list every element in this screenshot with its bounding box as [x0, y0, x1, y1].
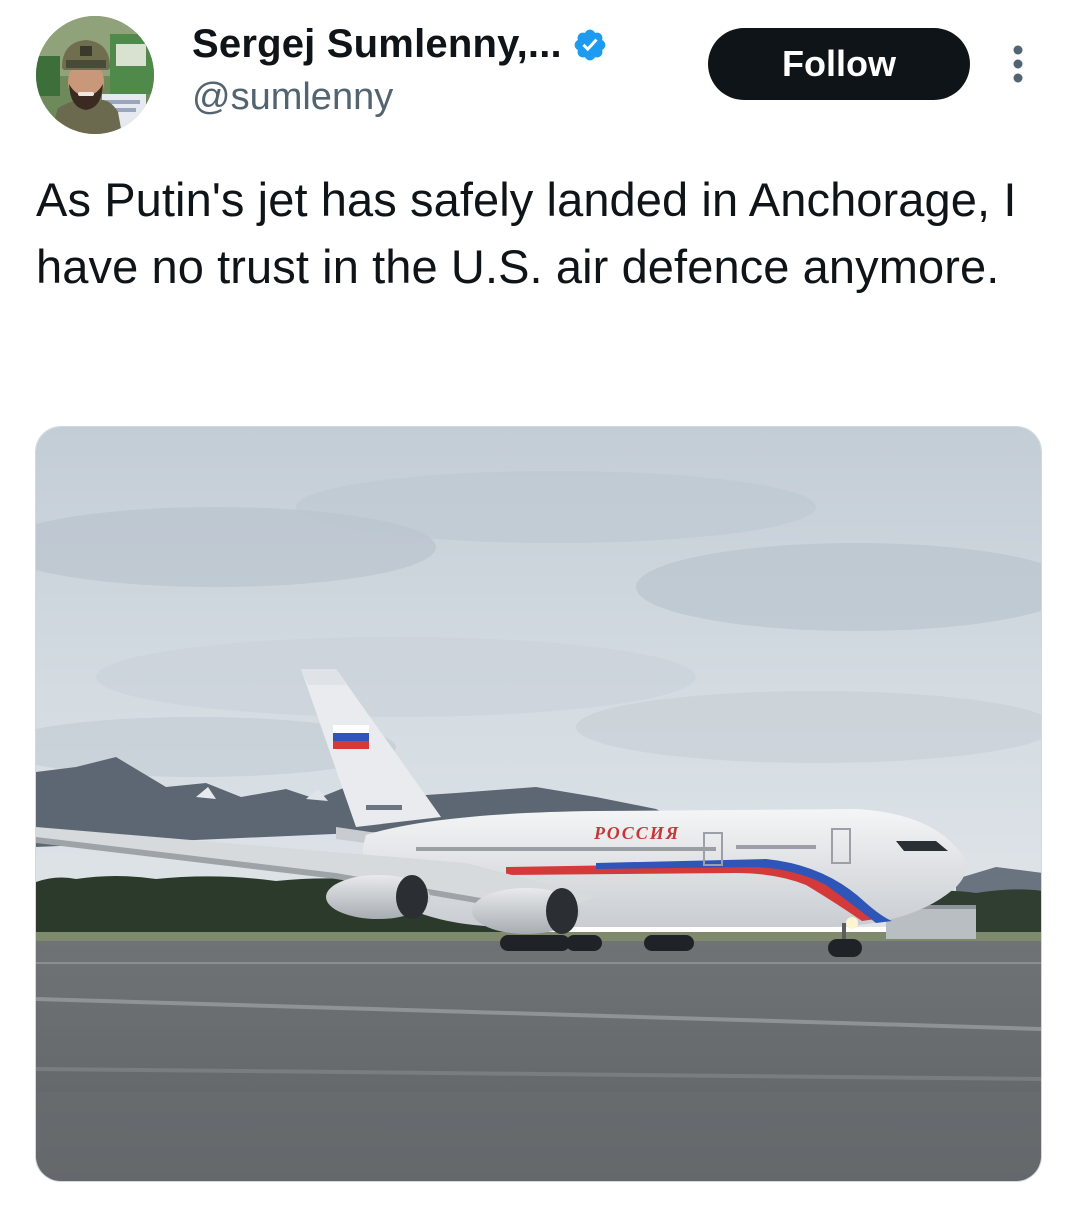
tweet-card: Sergej Sumlenny,... @sumlenny Follow As … — [0, 0, 1078, 1207]
airplane-photo — [36, 427, 1041, 1181]
tweet-media-photo[interactable]: РОССИЯ — [35, 426, 1042, 1182]
tweet-text: As Putin's jet has safely landed in Anch… — [36, 173, 1017, 293]
follow-button[interactable]: Follow — [708, 28, 970, 100]
author-display-name[interactable]: Sergej Sumlenny,... — [192, 22, 562, 67]
author-avatar[interactable] — [36, 16, 154, 134]
avatar-image — [36, 16, 154, 134]
author-name-row[interactable]: Sergej Sumlenny,... — [192, 22, 608, 67]
more-vertical-icon[interactable] — [1000, 40, 1036, 88]
verified-badge-icon — [572, 27, 608, 63]
fuselage-label: РОССИЯ — [594, 823, 681, 843]
author-handle[interactable]: @sumlenny — [192, 76, 393, 119]
